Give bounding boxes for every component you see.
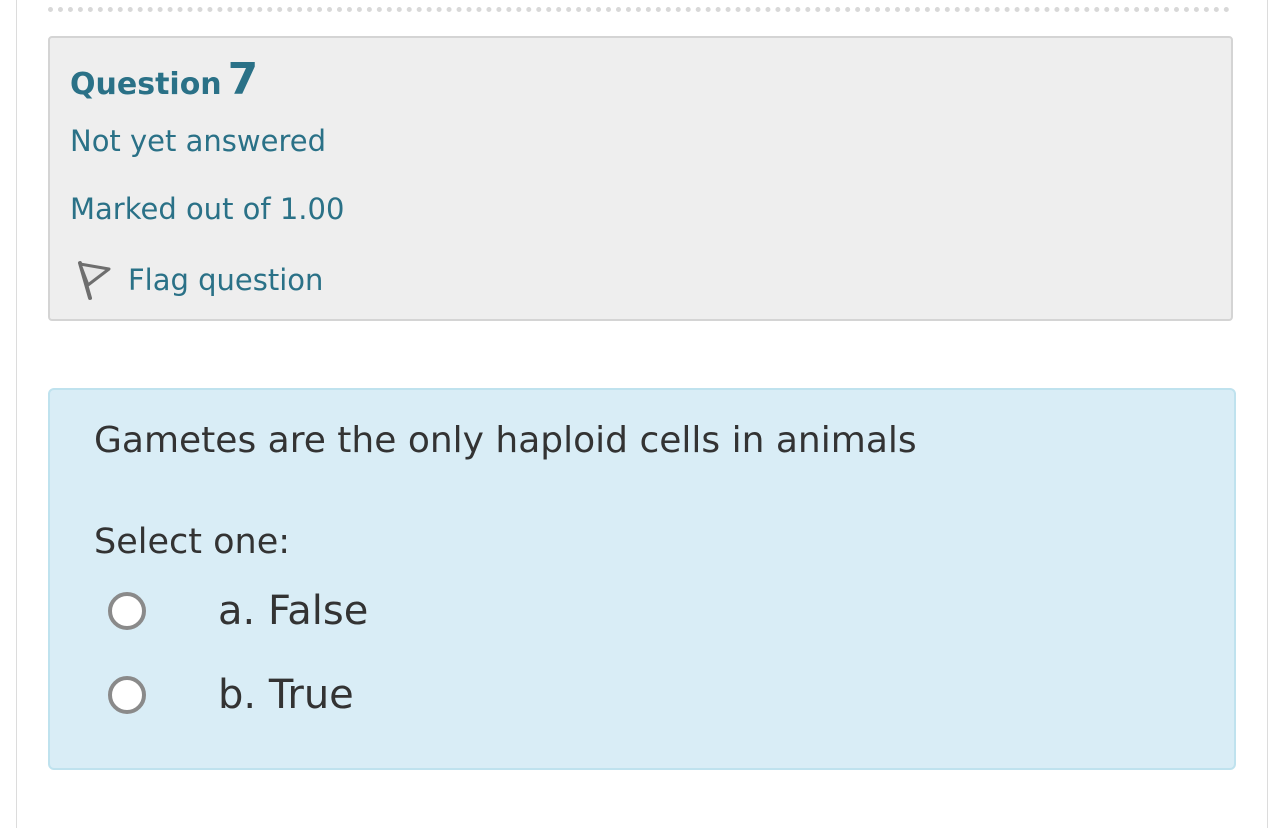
question-content-panel: Gametes are the only haploid cells in an…: [48, 388, 1236, 770]
answer-option-b-label[interactable]: b. True: [218, 672, 354, 718]
question-number: 7: [227, 54, 259, 105]
question-state: Not yet answered: [70, 124, 326, 158]
question-info-panel: Question 7 Not yet answered Marked out of…: [48, 36, 1233, 321]
question-label: Question: [70, 67, 222, 102]
flag-icon: [78, 261, 111, 300]
answer-option-b-radio[interactable]: [108, 676, 146, 714]
question-text: Gametes are the only haploid cells in an…: [94, 420, 917, 461]
dotted-divider: [48, 7, 1230, 12]
flag-question-label: Flag question: [128, 263, 324, 297]
answer-option-a-radio[interactable]: [108, 592, 146, 630]
flag-question-button[interactable]: Flag question: [74, 258, 323, 302]
answer-option-b[interactable]: b. True: [108, 670, 354, 720]
select-one-prompt: Select one:: [94, 522, 291, 562]
answer-option-a[interactable]: a. False: [108, 586, 368, 636]
question-grade: Marked out of 1.00: [70, 192, 345, 226]
answer-option-a-label[interactable]: a. False: [218, 588, 368, 634]
page-frame-right-border: [1267, 0, 1268, 828]
question-title: Question 7: [70, 54, 258, 105]
quiz-page: Question 7 Not yet answered Marked out of…: [0, 0, 1284, 828]
page-frame-left-border: [16, 0, 17, 828]
